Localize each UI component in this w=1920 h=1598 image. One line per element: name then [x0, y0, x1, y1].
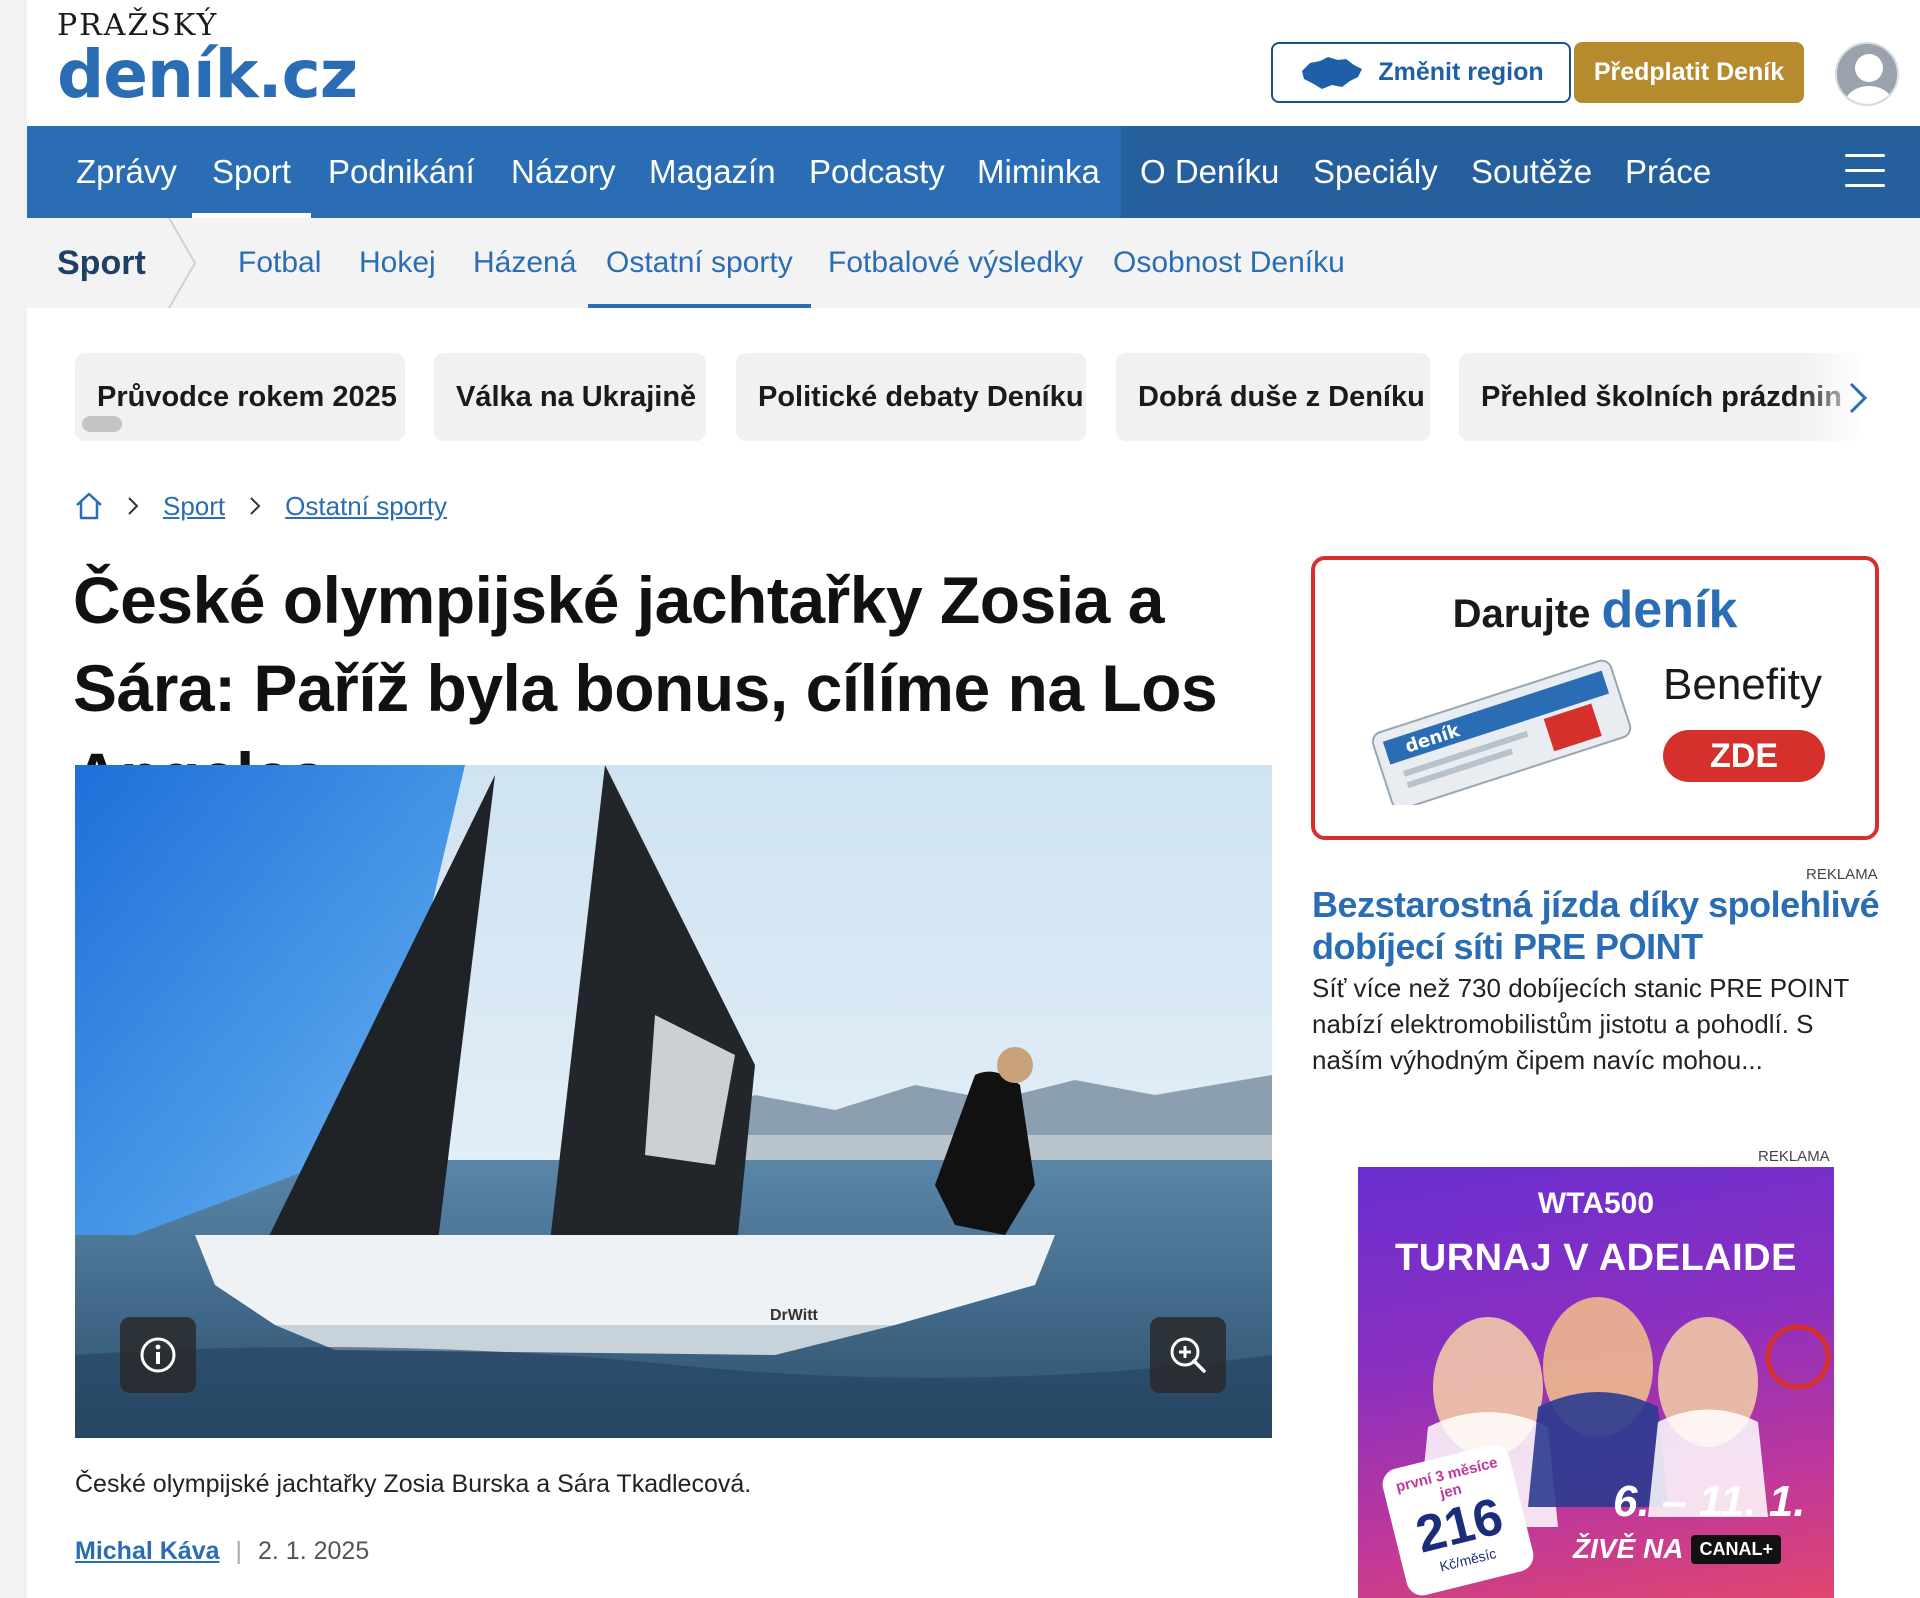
photo-caption: České olympijské jachtařky Zosia Burska …: [75, 1470, 752, 1498]
ad-body-text: Síť více než 730 dobíjecích stanic PRE P…: [1312, 973, 1849, 1075]
sailing-photo-illustration: DrWitt: [75, 765, 1272, 1438]
subnav-item-fotbalove-vysledky[interactable]: Fotbalové výsledky: [828, 218, 1083, 308]
change-region-button[interactable]: Změnit region: [1271, 42, 1571, 103]
breadcrumb: Sport Ostatní sporty: [73, 486, 469, 526]
article-photo[interactable]: DrWitt: [75, 765, 1272, 1438]
czech-map-icon: [1302, 56, 1363, 89]
info-icon[interactable]: [120, 1317, 196, 1393]
live-label: ŽIVĚ NA: [1573, 1533, 1684, 1564]
zoom-in-icon[interactable]: [1150, 1317, 1226, 1393]
subnav-item-ostatni-sporty[interactable]: Ostatní sporty: [588, 218, 811, 308]
article-byline: Michal Káva | 2. 1. 2025: [75, 1537, 369, 1566]
topic-chip[interactable]: Dobrá duše z Deníku: [1116, 353, 1430, 441]
nav-item-souteze[interactable]: Soutěže: [1471, 126, 1592, 218]
home-icon[interactable]: [73, 490, 105, 522]
newspaper-icon: deník: [1371, 659, 1632, 805]
wta-banner-ad[interactable]: WTA500 TURNAJ V ADELAIDE první 3 měsíce …: [1358, 1167, 1834, 1598]
breadcrumb-link-sport[interactable]: Sport: [163, 491, 225, 522]
nav-item-specialy[interactable]: Speciály: [1313, 126, 1438, 218]
nav-item-sport[interactable]: Sport: [192, 126, 311, 218]
byline-separator: |: [235, 1537, 243, 1565]
chevron-right-icon[interactable]: [1843, 378, 1873, 418]
nav-item-miminka[interactable]: Miminka: [977, 126, 1100, 218]
promo-cta-button[interactable]: ZDE: [1663, 730, 1825, 782]
section-subnav: Sport Fotbal Hokej Házená Ostatní sporty…: [27, 218, 1920, 308]
topic-chip[interactable]: Přehled školních prázdnin: [1459, 353, 1859, 441]
nav-item-podnikani[interactable]: Podnikání: [328, 126, 475, 218]
nav-item-podcasty[interactable]: Podcasty: [809, 126, 945, 218]
topic-chip[interactable]: Průvodce rokem 2025: [75, 353, 405, 441]
nav-item-nazory[interactable]: Názory: [511, 126, 616, 218]
main-nav: Zprávy Sport Podnikání Názory Magazín Po…: [27, 126, 1920, 218]
breadcrumb-chevron-icon: [128, 497, 139, 515]
promo-benefits-text: Benefity: [1663, 660, 1822, 709]
menu-hamburger-icon[interactable]: [1845, 154, 1885, 190]
channel-logo: CANAL+: [1691, 1534, 1781, 1564]
breadcrumb-link-ostatni-sporty[interactable]: Ostatní sporty: [285, 491, 447, 522]
site-header: PRAŽSKÝ deník.cz Změnit region Předplati…: [27, 0, 1920, 126]
author-link[interactable]: Michal Káva: [75, 1537, 220, 1566]
gift-subscription-promo[interactable]: Darujte deník deník Benefity ZDE: [1311, 556, 1879, 840]
change-region-label: Změnit region: [1378, 58, 1544, 86]
nav-item-o-deniku[interactable]: O Deníku: [1140, 126, 1279, 218]
ad-label: REKLAMA: [1806, 866, 1878, 883]
topics-scrollbar[interactable]: [82, 416, 122, 432]
nav-item-prace[interactable]: Práce: [1625, 126, 1711, 218]
user-avatar-icon[interactable]: [1835, 42, 1899, 106]
boat-brand-text: DrWitt: [770, 1307, 819, 1324]
subnav-item-osobnost-deniku[interactable]: Osobnost Deníku: [1113, 218, 1345, 308]
subnav-item-hokej[interactable]: Hokej: [359, 218, 436, 308]
subscribe-button[interactable]: Předplatit Deník: [1574, 42, 1804, 103]
ad-label: REKLAMA: [1758, 1148, 1830, 1165]
breadcrumb-chevron-icon: [250, 497, 261, 515]
promo-title: Darujte deník: [1315, 580, 1875, 640]
promo-title-prefix: Darujte: [1452, 592, 1591, 636]
page-gutter: [0, 0, 27, 1598]
nav-item-zpravy[interactable]: Zprávy: [76, 126, 177, 218]
subnav-item-fotbal[interactable]: Fotbal: [238, 218, 321, 308]
site-logo[interactable]: PRAŽSKÝ deník.cz: [57, 10, 358, 113]
logo-wordmark: deník.cz: [57, 36, 358, 113]
broadcast-info: ŽIVĚ NA CANAL+: [1573, 1533, 1781, 1565]
topic-chip[interactable]: Válka na Ukrajině: [434, 353, 706, 441]
promo-title-brand: deník: [1601, 581, 1738, 639]
tournament-dates: 6. – 11. 1.: [1613, 1477, 1806, 1526]
subnav-item-hazena[interactable]: Házená: [473, 218, 576, 308]
section-title[interactable]: Sport: [57, 218, 146, 308]
topic-chip[interactable]: Politické debaty Deníku: [736, 353, 1086, 441]
nav-item-magazin[interactable]: Magazín: [649, 126, 776, 218]
section-divider-chevron-icon: [168, 218, 197, 308]
publish-date: 2. 1. 2025: [258, 1537, 370, 1565]
ad-title-link[interactable]: Bezstarostná jízda díky spolehlivé dobíj…: [1312, 884, 1882, 968]
